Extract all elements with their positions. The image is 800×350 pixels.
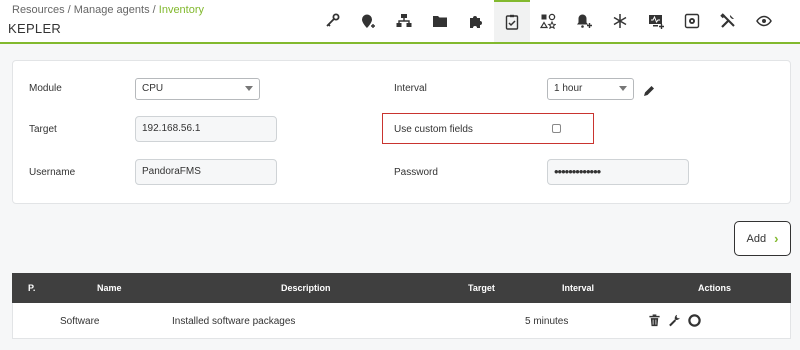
- interval-selected-value: 1 hour: [554, 83, 583, 94]
- cell-description: Installed software packages: [172, 316, 296, 327]
- puzzle-icon[interactable]: [458, 0, 494, 42]
- module-label: Module: [29, 83, 62, 94]
- key-icon[interactable]: [314, 0, 350, 42]
- column-header-interval[interactable]: Interval: [562, 283, 594, 293]
- table-header: P. Name Description Target Interval Acti…: [12, 273, 791, 303]
- cell-name: Software: [60, 316, 100, 327]
- target-label: Target: [29, 124, 57, 135]
- checklist-icon[interactable]: [494, 0, 530, 42]
- password-label: Password: [394, 167, 438, 178]
- column-header-actions: Actions: [698, 283, 732, 293]
- trash-icon[interactable]: [647, 313, 662, 328]
- row-actions: [647, 313, 702, 328]
- add-button[interactable]: Add ›: [734, 221, 791, 256]
- monitor-add-icon[interactable]: [638, 0, 674, 42]
- tools-icon[interactable]: [710, 0, 746, 42]
- page-header: Resources / Manage agents / Inventory KE…: [0, 0, 800, 44]
- interval-label: Interval: [394, 83, 427, 94]
- circle-toggle-icon[interactable]: [687, 313, 702, 328]
- password-input[interactable]: •••••••••••••: [547, 159, 689, 185]
- eye-icon[interactable]: [746, 0, 782, 42]
- add-button-label: Add: [746, 232, 767, 245]
- column-header-description[interactable]: Description: [281, 283, 331, 293]
- shapes-icon[interactable]: [530, 0, 566, 42]
- chevron-down-icon: [619, 86, 627, 91]
- module-selected-value: CPU: [142, 83, 164, 94]
- breadcrumb-inventory[interactable]: Inventory: [159, 4, 204, 16]
- inventory-modules-table: P. Name Description Target Interval Acti…: [12, 273, 791, 339]
- pencil-icon[interactable]: [642, 84, 656, 98]
- table-row: Software Installed software packages 5 m…: [12, 303, 791, 339]
- breadcrumb-manage-agents[interactable]: Manage agents: [74, 4, 150, 16]
- chevron-down-icon: [245, 86, 253, 91]
- toolbar: [314, 0, 782, 42]
- bell-add-icon[interactable]: [566, 0, 602, 42]
- username-input[interactable]: PandoraFMS: [135, 159, 277, 185]
- chevron-right-icon: ›: [774, 231, 779, 246]
- wrench-icon[interactable]: [667, 313, 682, 328]
- folder-icon[interactable]: [422, 0, 458, 42]
- interval-select[interactable]: 1 hour: [547, 78, 634, 100]
- custom-fields-checkbox[interactable]: [552, 124, 561, 133]
- column-header-p[interactable]: P.: [28, 283, 35, 293]
- target-input[interactable]: 192.168.56.1: [135, 116, 277, 142]
- network-icon[interactable]: [386, 0, 422, 42]
- breadcrumb: Resources / Manage agents / Inventory: [12, 4, 205, 16]
- custom-fields-label: Use custom fields: [394, 124, 473, 135]
- breadcrumb-resources[interactable]: Resources: [12, 4, 65, 16]
- snowflake-icon[interactable]: [602, 0, 638, 42]
- map-pin-add-icon[interactable]: [350, 0, 386, 42]
- column-header-name[interactable]: Name: [97, 283, 122, 293]
- module-select[interactable]: CPU: [135, 78, 260, 100]
- page-title: KEPLER: [8, 21, 62, 36]
- cell-interval: 5 minutes: [525, 316, 569, 327]
- settings-square-icon[interactable]: [674, 0, 710, 42]
- column-header-target[interactable]: Target: [468, 283, 495, 293]
- username-label: Username: [29, 167, 76, 178]
